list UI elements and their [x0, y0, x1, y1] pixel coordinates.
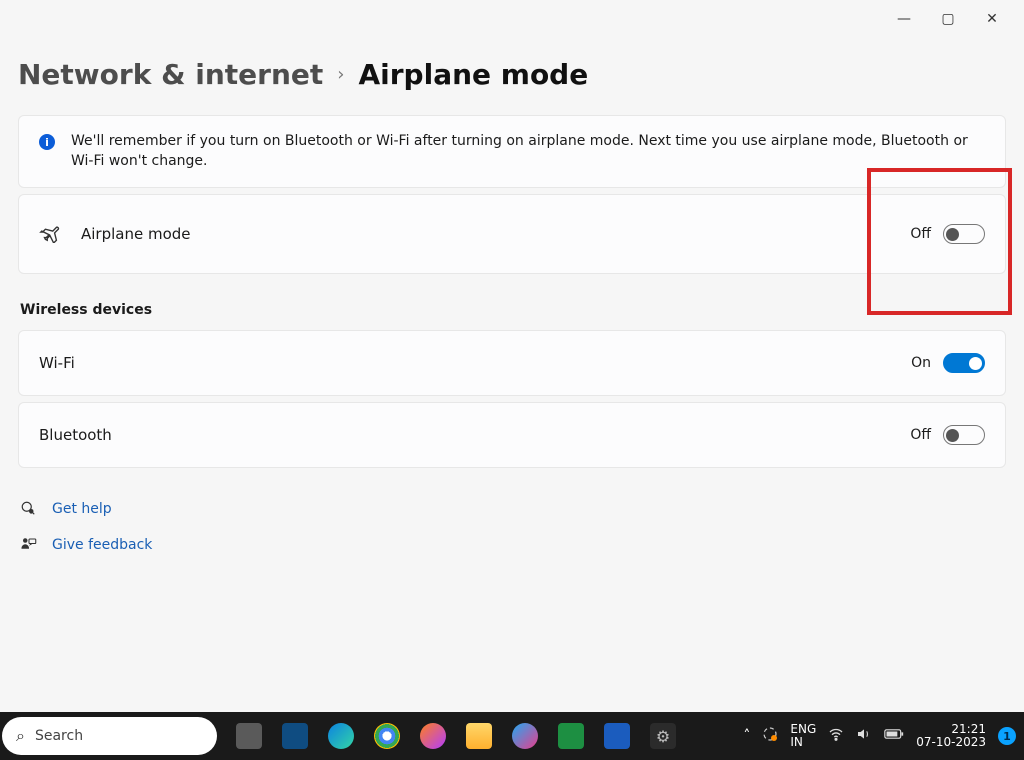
taskbar-search-placeholder: Search: [35, 728, 83, 744]
breadcrumb: Network & internet › Airplane mode: [18, 58, 1006, 91]
wifi-label: Wi-Fi: [39, 354, 75, 372]
feedback-icon: [20, 536, 38, 554]
firefox-app-icon[interactable]: [415, 718, 451, 754]
bluetooth-label: Bluetooth: [39, 426, 112, 444]
input-language-indicator[interactable]: ENG IN: [790, 723, 816, 749]
bluetooth-state: Off: [910, 427, 931, 443]
taskbar-clock[interactable]: 21:21 07-10-2023: [916, 723, 986, 749]
tray-overflow-chevron-icon[interactable]: ˄: [743, 728, 750, 744]
airplane-mode-label: Airplane mode: [81, 225, 191, 243]
airplane-mode-card: Airplane mode Off: [18, 194, 1006, 274]
info-banner: We'll remember if you turn on Bluetooth …: [18, 115, 1006, 188]
volume-tray-icon[interactable]: [856, 726, 872, 746]
window-controls: — ▢ ✕: [872, 0, 1024, 38]
search-icon: ⌕: [16, 726, 25, 746]
bluetooth-card: Bluetooth Off: [18, 402, 1006, 468]
edge-app-icon[interactable]: [323, 718, 359, 754]
file-explorer-icon[interactable]: [461, 718, 497, 754]
airplane-icon: [39, 221, 61, 247]
task-view-icon[interactable]: [231, 718, 267, 754]
svg-text:?: ?: [30, 510, 32, 514]
wifi-state: On: [911, 355, 931, 371]
status-indicator-icon[interactable]: [762, 726, 778, 746]
chevron-right-icon: ›: [337, 64, 344, 85]
taskbar-apps: ⚙: [231, 718, 743, 754]
info-icon: [39, 134, 55, 150]
give-feedback-row: Give feedback: [18, 536, 1006, 554]
airplane-mode-state: Off: [910, 226, 931, 242]
taskbar-search[interactable]: ⌕ Search: [2, 717, 217, 755]
wireless-devices-heading: Wireless devices: [20, 302, 1006, 318]
excel-app-icon[interactable]: [553, 718, 589, 754]
system-tray: ˄ ENG IN 21:21 07-10-2023 1: [743, 723, 1024, 749]
get-help-link[interactable]: Get help: [52, 501, 112, 517]
page-title: Airplane mode: [358, 58, 588, 91]
info-banner-text: We'll remember if you turn on Bluetooth …: [71, 132, 985, 171]
airplane-mode-toggle[interactable]: [943, 224, 985, 244]
paint-app-icon[interactable]: [507, 718, 543, 754]
calculator-app-icon[interactable]: [277, 718, 313, 754]
chrome-app-icon[interactable]: [369, 718, 405, 754]
give-feedback-link[interactable]: Give feedback: [52, 537, 152, 553]
wifi-card: Wi-Fi On: [18, 330, 1006, 396]
notification-badge[interactable]: 1: [998, 727, 1016, 745]
taskbar: ⌕ Search ⚙ ˄ ENG IN 21:21: [0, 712, 1024, 760]
word-app-icon[interactable]: [599, 718, 635, 754]
settings-app-icon[interactable]: ⚙: [645, 718, 681, 754]
battery-tray-icon[interactable]: [884, 728, 904, 744]
wifi-toggle[interactable]: [943, 353, 985, 373]
breadcrumb-parent[interactable]: Network & internet: [18, 58, 323, 91]
restore-button[interactable]: ▢: [926, 6, 970, 32]
wifi-tray-icon[interactable]: [828, 726, 844, 746]
bluetooth-toggle[interactable]: [943, 425, 985, 445]
get-help-row: ? Get help: [18, 500, 1006, 518]
help-icon: ?: [20, 500, 38, 518]
close-button[interactable]: ✕: [970, 6, 1014, 32]
minimize-button[interactable]: —: [882, 6, 926, 32]
